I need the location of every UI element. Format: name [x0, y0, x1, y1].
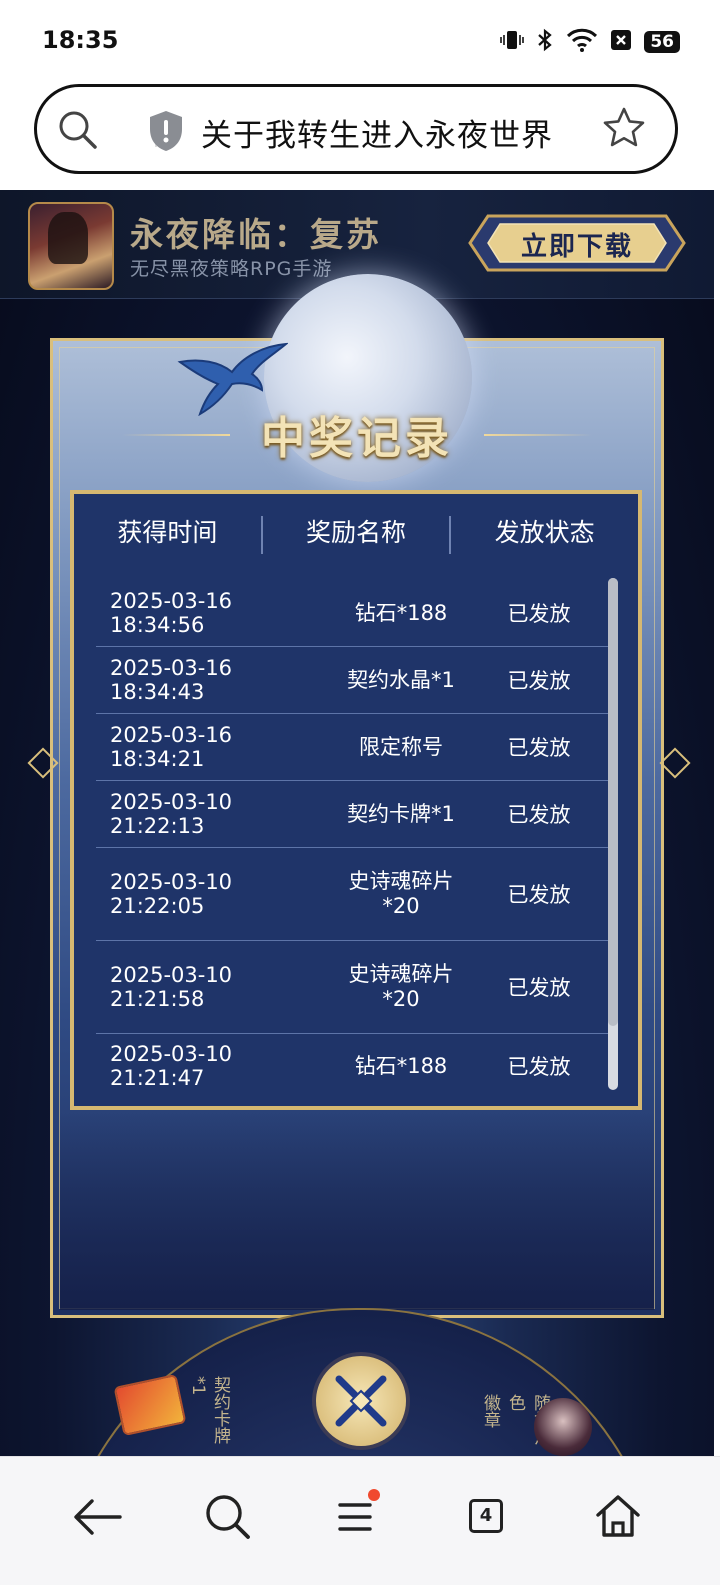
- draw-button[interactable]: [312, 1352, 410, 1450]
- download-button[interactable]: 立即下载: [466, 212, 688, 274]
- column-header-time: 获得时间: [117, 518, 218, 547]
- cell-status: 已发放: [507, 1055, 571, 1079]
- cell-status: 已发放: [507, 736, 571, 760]
- cell-time: 2025-03-10 21:22:05: [110, 870, 233, 918]
- table-row: 2025-03-16 18:34:43 契约水晶*1 已发放: [96, 647, 608, 714]
- vibrate-icon: [500, 28, 525, 56]
- menu-icon[interactable]: [326, 1487, 386, 1547]
- search-icon[interactable]: [198, 1487, 258, 1547]
- scrollbar-thumb[interactable]: [608, 578, 618, 1026]
- cell-time: 2025-03-10 21:22:13: [110, 790, 233, 838]
- table-row: 2025-03-16 18:34:56 钻石*188 已发放: [96, 580, 608, 647]
- table-row: 2025-03-10 21:22:13 契约卡牌*1 已发放: [96, 781, 608, 848]
- browser-bottom-nav: 4: [0, 1456, 720, 1585]
- cell-reward: 限定称号: [359, 734, 443, 759]
- cell-status: 已发放: [507, 883, 571, 907]
- status-bar: 18:35 56: [0, 0, 720, 84]
- cell-time: 2025-03-16 18:34:21: [110, 723, 233, 771]
- records-scrollbar[interactable]: [608, 578, 618, 1090]
- battery-indicator: 56: [644, 31, 680, 53]
- wifi-icon: [566, 28, 598, 56]
- page-title[interactable]: 关于我转生进入永夜世界: [201, 110, 553, 155]
- app-icon: [28, 202, 114, 290]
- status-time: 18:35: [42, 26, 119, 54]
- frame-ornament-right: [659, 747, 691, 779]
- cell-status: 已发放: [507, 976, 571, 1000]
- cell-reward: 史诗魂碎片 *20: [348, 962, 454, 1011]
- cell-status: 已发放: [507, 669, 571, 693]
- address-bar[interactable]: 关于我转生进入永夜世界: [34, 84, 678, 174]
- web-content: 永夜降临：复苏 无尽黑夜策略RPG手游 立即下载 中奖记录 获得时间 奖励名称 …: [0, 190, 714, 1456]
- table-row: 2025-03-10 21:22:05 史诗魂碎片 *20 已发放: [96, 848, 608, 941]
- table-row: 2025-03-10 21:21:47 钻石*188 已发放: [96, 1034, 608, 1098]
- shield-icon[interactable]: [147, 109, 185, 157]
- cell-reward: 契约卡牌*1: [347, 801, 455, 826]
- cell-time: 2025-03-10 21:21:58: [110, 963, 233, 1011]
- search-icon[interactable]: [57, 109, 99, 155]
- bluetooth-icon: [536, 28, 554, 56]
- table-row: 2025-03-10 21:21:58 史诗魂碎片 *20 已发放: [96, 941, 608, 1034]
- sim-off-icon: [610, 28, 632, 56]
- table-row: 2025-03-16 18:34:21 限定称号 已发放: [96, 714, 608, 781]
- avatar-prize-icon: [534, 1398, 592, 1456]
- column-header-reward: 奖励名称: [306, 518, 407, 547]
- table-header: 获得时间 奖励名称 发放状态: [74, 494, 638, 572]
- cell-time: 2025-03-16 18:34:56: [110, 589, 233, 637]
- back-icon[interactable]: [68, 1487, 128, 1547]
- tab-count: 4: [469, 1499, 503, 1533]
- wheel-prize-left: 契约卡牌 *1: [188, 1376, 230, 1444]
- cell-time: 2025-03-16 18:34:43: [110, 656, 233, 704]
- status-icons: 56: [500, 28, 680, 56]
- column-header-status: 发放状态: [494, 518, 595, 547]
- download-label: 立即下载: [520, 232, 633, 262]
- cell-status: 已发放: [507, 602, 571, 626]
- app-subtitle: 无尽黑夜策略RPG手游: [130, 258, 333, 280]
- cell-reward: 钻石*188: [354, 1053, 448, 1078]
- bookmark-star-icon[interactable]: [601, 105, 647, 155]
- home-icon[interactable]: [588, 1487, 648, 1547]
- cell-reward: 钻石*188: [354, 600, 448, 625]
- tabs-icon[interactable]: 4: [458, 1487, 518, 1547]
- app-name: 永夜降临：复苏: [130, 215, 382, 254]
- records-list[interactable]: 2025-03-16 18:34:56 钻石*188 已发放 2025-03-1…: [96, 580, 608, 1098]
- cell-reward: 史诗魂碎片 *20: [348, 869, 454, 918]
- cell-reward: 契约水晶*1: [347, 667, 455, 692]
- cell-time: 2025-03-10 21:21:47: [110, 1042, 233, 1090]
- notification-dot: [368, 1489, 380, 1501]
- castle-background: [60, 1110, 654, 1310]
- records-title: 中奖记录: [261, 413, 453, 464]
- records-table: 获得时间 奖励名称 发放状态 2025-03-16 18:34:56 钻石*18…: [70, 490, 642, 1110]
- cell-status: 已发放: [507, 803, 571, 827]
